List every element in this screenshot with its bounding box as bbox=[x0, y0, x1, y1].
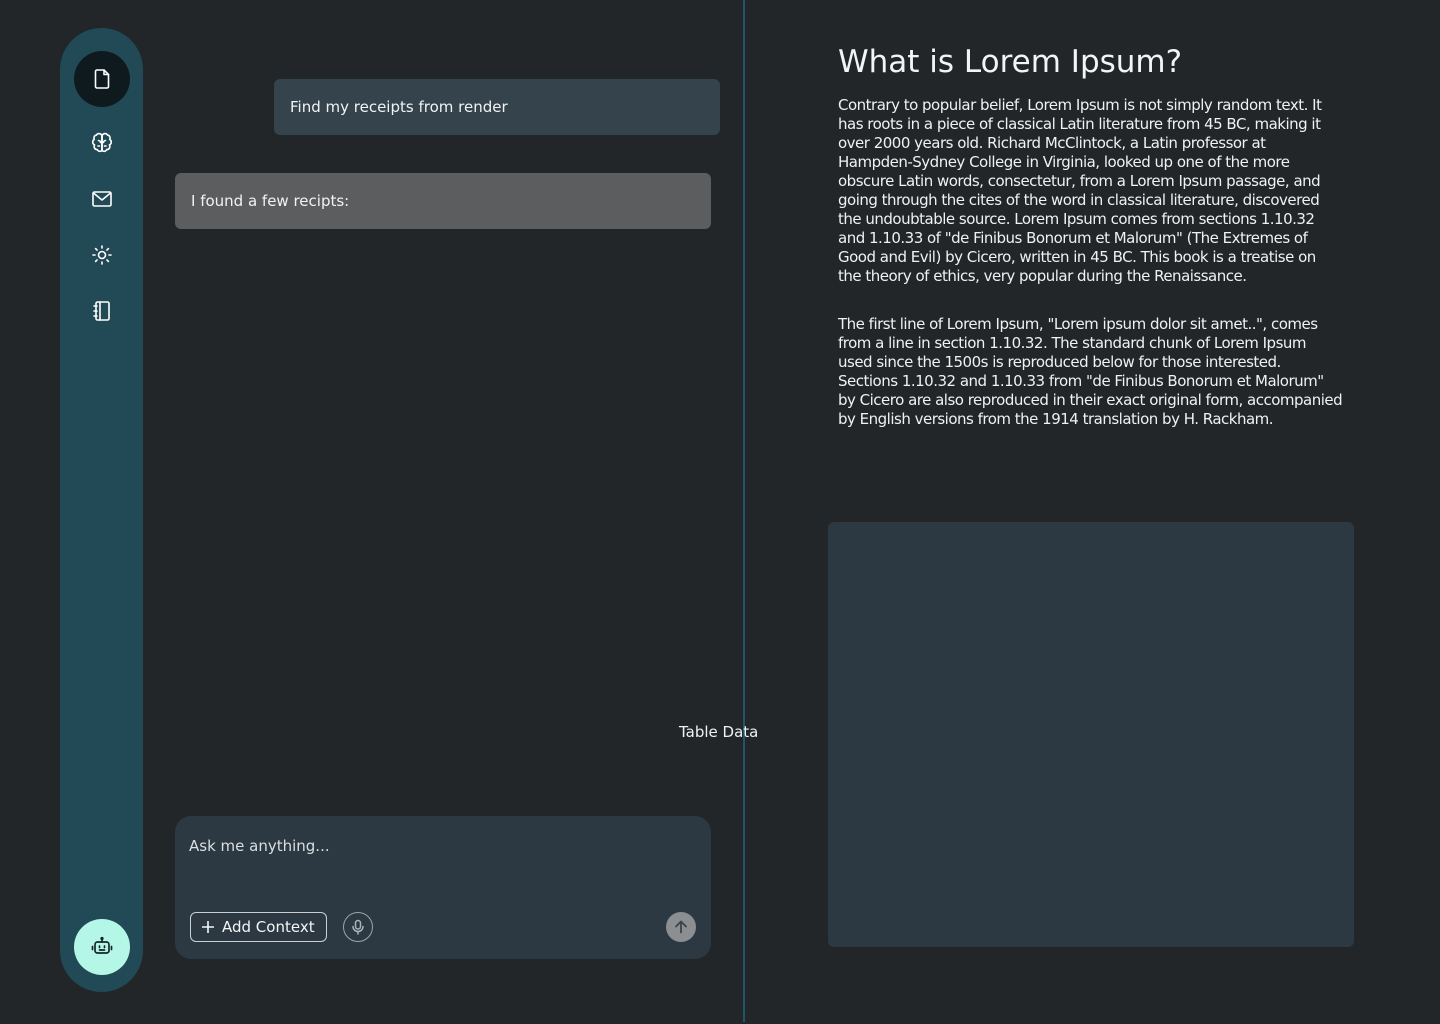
table-data-label: Table Data bbox=[679, 723, 759, 741]
article-paragraph: The first line of Lorem Ipsum, "Lorem ip… bbox=[838, 315, 1343, 428]
sidebar bbox=[60, 28, 143, 992]
microphone-button[interactable] bbox=[343, 912, 373, 942]
app-root: Find my receipts from render I found a f… bbox=[0, 0, 1440, 1024]
sidebar-item-brain[interactable] bbox=[74, 115, 130, 171]
sun-icon bbox=[92, 245, 112, 265]
plus-icon bbox=[200, 919, 216, 935]
sidebar-item-documents[interactable] bbox=[74, 51, 130, 107]
table-data-panel bbox=[828, 522, 1354, 947]
arrow-up-icon bbox=[675, 920, 687, 934]
user-message: Find my receipts from render bbox=[274, 79, 720, 135]
panel-divider[interactable] bbox=[743, 0, 745, 1022]
robot-icon bbox=[91, 936, 113, 954]
mail-icon bbox=[92, 191, 112, 207]
user-message-text: Find my receipts from render bbox=[290, 98, 508, 116]
microphone-icon bbox=[352, 919, 364, 935]
sidebar-item-theme[interactable] bbox=[74, 227, 130, 283]
notebook-icon bbox=[93, 301, 110, 321]
document-icon bbox=[94, 69, 110, 89]
add-context-button[interactable]: Add Context bbox=[190, 912, 327, 942]
article-title: What is Lorem Ipsum? bbox=[838, 44, 1183, 80]
chat-composer: Add Context bbox=[175, 816, 711, 959]
brain-icon bbox=[91, 132, 113, 153]
send-button[interactable] bbox=[666, 912, 696, 942]
sidebar-item-mail[interactable] bbox=[74, 171, 130, 227]
assistant-message: I found a few recipts: bbox=[175, 173, 711, 229]
assistant-message-text: I found a few recipts: bbox=[191, 192, 350, 210]
sidebar-item-notebook[interactable] bbox=[74, 283, 130, 339]
assistant-button[interactable] bbox=[74, 919, 130, 975]
chat-input[interactable] bbox=[189, 830, 689, 862]
add-context-label: Add Context bbox=[222, 918, 315, 936]
article-paragraph: Contrary to popular belief, Lorem Ipsum … bbox=[838, 96, 1322, 285]
